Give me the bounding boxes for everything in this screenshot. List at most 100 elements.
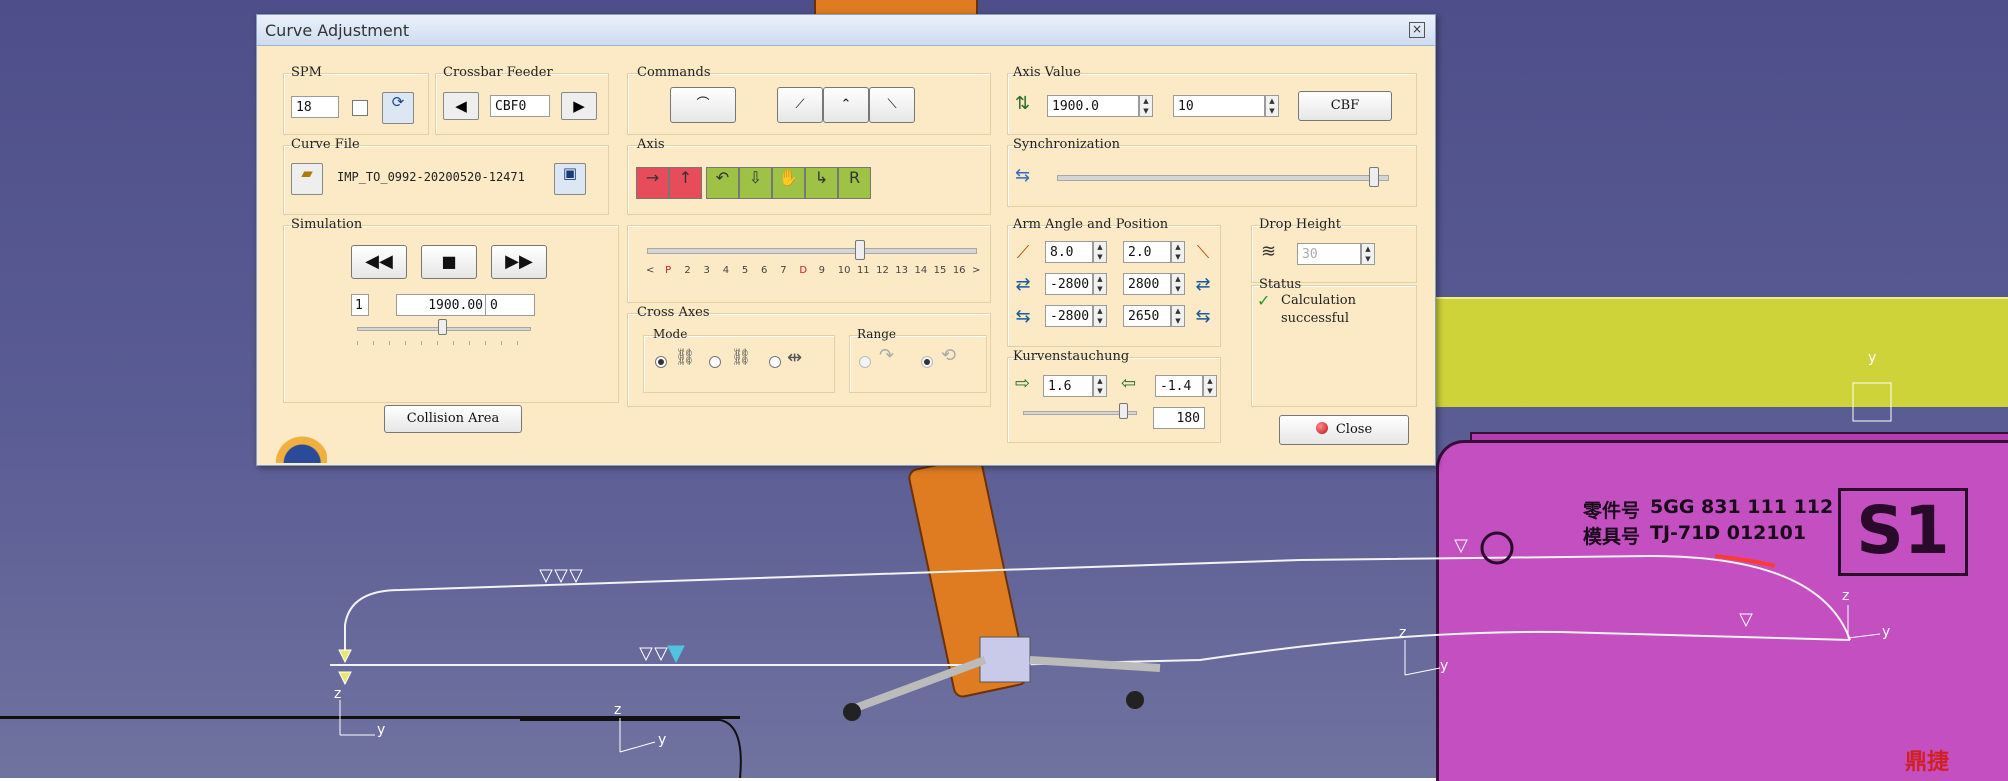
- gripper-box: [979, 636, 1031, 683]
- timeline-tick-label: 2: [684, 265, 691, 276]
- axis-gripper-button[interactable]: ✋: [772, 167, 805, 199]
- kurven-left-spinner[interactable]: ▲ ▼: [1093, 375, 1107, 397]
- range-radio-2[interactable]: [921, 356, 933, 368]
- arm-row1-a-spinner[interactable]: ▲ ▼: [1093, 241, 1107, 263]
- fast-forward-icon: ▶▶: [505, 251, 533, 272]
- crossbar-prev-button[interactable]: ◀: [443, 92, 479, 120]
- cycle-arrows-icon: ⟲: [941, 345, 957, 366]
- arm-row3-b-spinner[interactable]: ▲ ▼: [1171, 305, 1185, 327]
- timeline-tick-label: 7: [780, 265, 787, 276]
- cbf-button[interactable]: CBF: [1298, 91, 1392, 121]
- red-dot-icon: [1315, 422, 1328, 434]
- marker-3: [569, 569, 583, 584]
- arm-row1-b[interactable]: 2.0: [1123, 241, 1171, 263]
- mode-radio-3[interactable]: [769, 356, 781, 368]
- arm-angle-right-icon: ⟍: [1196, 242, 1210, 263]
- marker-4: [639, 647, 653, 662]
- timeline-tick-label: 4: [722, 265, 730, 276]
- commands-label: Commands: [637, 65, 711, 80]
- arm-row3-a-spinner[interactable]: ▲ ▼: [1093, 305, 1107, 327]
- timeline-track[interactable]: [647, 248, 977, 254]
- save-file-button[interactable]: ▣: [554, 163, 586, 195]
- marker-10: [338, 671, 352, 686]
- drop-height-spinner[interactable]: ▲ ▼: [1361, 243, 1375, 265]
- command-segment-3-button[interactable]: ⟍: [869, 87, 915, 123]
- curve-arrow-icon: ↷: [879, 345, 895, 366]
- arm-row2-a-spinner[interactable]: ▲ ▼: [1093, 273, 1107, 295]
- axis-z-button[interactable]: ↑: [669, 167, 702, 199]
- status-message-line2: successful: [1281, 311, 1349, 326]
- axis-label-z-2: z: [614, 702, 622, 718]
- stop-button[interactable]: ■: [421, 245, 477, 279]
- titlebar[interactable]: Curve Adjustment ×: [257, 15, 1435, 46]
- suction-cup-1: [843, 703, 861, 721]
- cycle-button[interactable]: ⟳: [382, 92, 414, 124]
- kurven-right-spinner[interactable]: ▲ ▼: [1203, 375, 1217, 397]
- axis-y-3: [1404, 667, 1441, 676]
- spm-input[interactable]: 18: [291, 96, 339, 118]
- arm-row3-b[interactable]: 2650: [1123, 305, 1171, 327]
- crossbar-input[interactable]: CBF0: [490, 95, 550, 117]
- axis-rotate-button[interactable]: ↶: [706, 167, 739, 199]
- collision-area-button[interactable]: Collision Area: [384, 405, 522, 433]
- crossbar-next-button[interactable]: ▶: [561, 92, 597, 120]
- range-radio-1[interactable]: [859, 356, 871, 368]
- rewind-icon: ◀◀: [365, 251, 393, 272]
- sync-thumb[interactable]: [1368, 167, 1379, 187]
- axis-label-z-4: z: [1842, 588, 1850, 604]
- status-message-line1: Calculation: [1281, 293, 1356, 308]
- watermark: 鼎捷: [1905, 750, 1950, 775]
- timeline-tick-label: 11: [856, 265, 870, 276]
- arm-row1-a[interactable]: 8.0: [1045, 241, 1093, 263]
- timeline-thumb[interactable]: [855, 240, 866, 260]
- arm-pos-right-icon: ⇄: [1195, 274, 1211, 295]
- kurven-right-input[interactable]: -1.4: [1155, 375, 1203, 397]
- sync-track[interactable]: [1057, 175, 1389, 181]
- fast-forward-button[interactable]: ▶▶: [491, 245, 547, 279]
- axis-y-4: [1847, 633, 1881, 639]
- axis-label-z-3: z: [1399, 625, 1407, 641]
- sim-step-input[interactable]: 1: [351, 294, 369, 316]
- close-icon[interactable]: ×: [1409, 22, 1425, 38]
- marker-6: [667, 645, 685, 664]
- kurven-value-input[interactable]: 180: [1153, 407, 1205, 429]
- stop-icon: ■: [441, 252, 457, 271]
- axis-step-input[interactable]: 10: [1173, 95, 1265, 117]
- timeline-tick-label: 13: [895, 265, 909, 276]
- axis-value-input[interactable]: 1900.0: [1047, 95, 1139, 117]
- arm-row2-b[interactable]: 2800: [1123, 273, 1171, 295]
- command-curve-button[interactable]: ⌒: [670, 87, 736, 123]
- kurven-thumb[interactable]: [1118, 403, 1128, 419]
- kurven-left-input[interactable]: 1.6: [1043, 375, 1093, 397]
- sim-value-input[interactable]: 1900.00: [396, 294, 488, 316]
- arm-row3-a[interactable]: -2800: [1045, 305, 1093, 327]
- suction-cup-2: [1126, 691, 1144, 709]
- command-segment-2-button[interactable]: ⌃: [823, 87, 869, 123]
- sim-thumb[interactable]: [438, 319, 447, 335]
- axis-tilt-button[interactable]: ↳: [805, 167, 838, 199]
- drop-height-icon: ≋: [1261, 241, 1277, 262]
- arm-row2-b-spinner[interactable]: ▲ ▼: [1171, 273, 1185, 295]
- timeline-tick-label: 10: [837, 265, 851, 276]
- rewind-button[interactable]: ◀◀: [351, 245, 407, 279]
- mode-radio-1[interactable]: [655, 356, 667, 368]
- axis-label-y-2: y: [658, 732, 667, 748]
- window-title: Curve Adjustment: [265, 21, 410, 40]
- arm-row1-b-spinner[interactable]: ▲ ▼: [1171, 241, 1185, 263]
- drop-height-input[interactable]: 30: [1297, 243, 1361, 265]
- open-file-button[interactable]: ▰: [291, 163, 323, 195]
- command-segment-1-button[interactable]: ⟋: [777, 87, 823, 123]
- mode-radio-2[interactable]: [709, 356, 721, 368]
- spm-checkbox[interactable]: [352, 100, 368, 116]
- sim-offset-input[interactable]: 0: [485, 294, 535, 316]
- axis-r-button[interactable]: R: [838, 167, 871, 199]
- axis-value-spinner[interactable]: ▲ ▼: [1139, 95, 1153, 117]
- arrow-left-icon: ◀: [455, 97, 467, 115]
- kurven-group: [1007, 357, 1221, 443]
- logo-icon: [265, 427, 327, 463]
- arm-row2-a[interactable]: -2800: [1045, 273, 1093, 295]
- axis-x-button[interactable]: →: [636, 167, 669, 199]
- axis-step-spinner[interactable]: ▲ ▼: [1265, 95, 1279, 117]
- close-button[interactable]: Close: [1279, 415, 1409, 445]
- axis-drop-button[interactable]: ⇩: [739, 167, 772, 199]
